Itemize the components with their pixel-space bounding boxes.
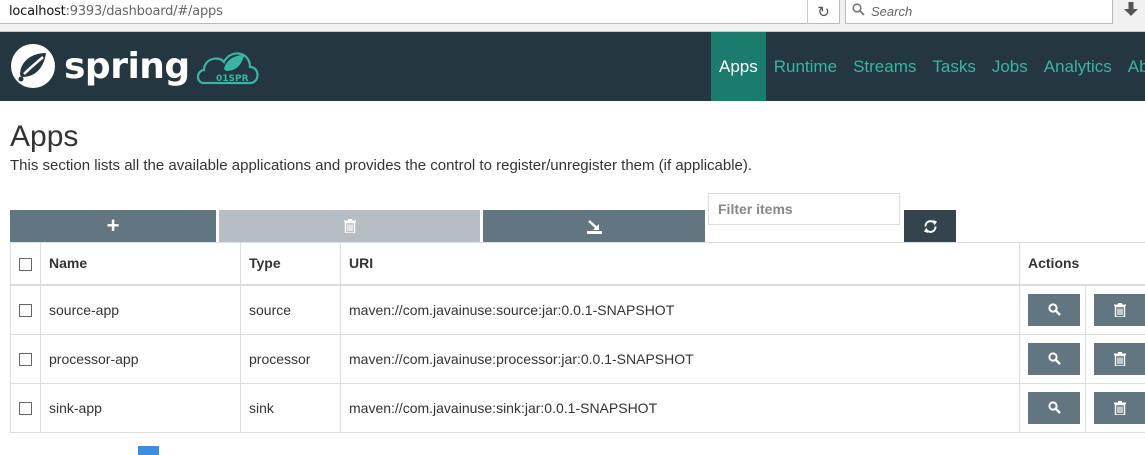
nav-streams[interactable]: Streams [845,32,924,101]
register-app-button[interactable]: + [10,210,216,242]
app-name: source-app [40,284,241,335]
app-uri: maven://com.javainuse:sink:jar:0.0.1-SNA… [340,382,1020,433]
nav-about[interactable]: About [1120,32,1145,101]
select-all-cell [10,242,41,286]
trash-icon [1114,351,1126,366]
app-name: sink-app [40,382,241,433]
trash-icon [1114,400,1126,415]
unregister-button[interactable] [1094,342,1145,375]
magnifier-icon [1047,401,1061,414]
table-row: sink-app sink maven://com.javainuse:sink… [10,382,1145,433]
select-all-checkbox[interactable] [19,258,32,272]
magnifier-icon [1047,303,1061,316]
trash-icon [1114,302,1126,317]
filter-input[interactable] [708,193,900,225]
nav-apps[interactable]: Apps [711,32,766,101]
page-description: This section lists all the available app… [10,157,753,174]
table-row: processor-app processor maven://com.java… [10,333,1145,384]
logo-text: spring [64,45,190,87]
import-icon [586,219,602,234]
browser-search-input[interactable]: Search [845,0,1113,24]
trash-icon [343,219,356,233]
row-select-cell [10,333,41,384]
actions-divider [1085,285,1086,334]
view-details-button[interactable] [1028,293,1080,326]
magnifier-icon [1047,352,1061,365]
cloud-badge-icon: 01SPR [196,52,259,85]
app-name: processor-app [40,333,241,384]
spring-leaf-icon [11,44,55,88]
table-header-row: Name Type URI Actions [10,242,1145,286]
row-checkbox[interactable] [19,304,32,318]
row-checkbox[interactable] [19,402,32,416]
browser-toolbar: localhost:9393/dashboard/#/apps ↻ Search [0,0,1145,32]
nav-tasks[interactable]: Tasks [924,32,983,101]
column-header-type[interactable]: Type [240,242,341,286]
actions-divider [1085,334,1086,383]
nav-runtime[interactable]: Runtime [766,32,845,101]
pagination-active-page[interactable] [138,446,159,455]
row-actions [1019,284,1145,335]
app-type: source [240,284,341,335]
reload-icon: ↻ [817,4,830,21]
unregister-button[interactable] [1094,293,1145,326]
app-type: processor [240,333,341,384]
search-placeholder: Search [871,4,913,19]
address-bar[interactable]: localhost:9393/dashboard/#/apps ↻ [0,0,840,24]
main-nav: Apps Runtime Streams Tasks Jobs Analytic… [711,32,1145,101]
app-uri: maven://com.javainuse:source:jar:0.0.1-S… [340,284,1020,335]
nav-jobs[interactable]: Jobs [984,32,1036,101]
view-details-button[interactable] [1028,342,1080,375]
bulk-import-button[interactable] [483,210,705,242]
address-text: localhost:9393/dashboard/#/apps [9,4,223,19]
actions-divider [1085,383,1086,432]
unregister-selected-button[interactable] [219,210,480,242]
search-icon [852,3,865,16]
row-actions [1019,382,1145,433]
row-checkbox[interactable] [19,353,32,367]
view-details-button[interactable] [1028,391,1080,424]
row-select-cell [10,382,41,433]
app-uri: maven://com.javainuse:processor:jar:0.0.… [340,333,1020,384]
column-header-actions: Actions [1019,242,1145,286]
unregister-button[interactable] [1094,391,1145,424]
apps-table: Name Type URI Actions source-app source … [10,242,1145,433]
refresh-icon [923,219,937,233]
nav-analytics[interactable]: Analytics [1036,32,1120,101]
badge-text: 01SPR [216,74,249,84]
reload-button[interactable]: ↻ [807,0,839,24]
plus-icon: + [106,213,120,238]
column-header-uri[interactable]: URI [340,242,1020,286]
row-select-cell [10,284,41,335]
spring-logo[interactable]: spring 01SPR [10,42,262,90]
column-header-name[interactable]: Name [40,242,241,286]
table-row: source-app source maven://com.javainuse:… [10,284,1145,335]
refresh-button[interactable] [904,210,956,242]
page-title: Apps [10,120,79,153]
download-icon[interactable] [1124,2,1138,18]
app-type: sink [240,382,341,433]
row-actions [1019,333,1145,384]
app-header: spring 01SPR Apps Runtime Streams Tasks … [0,32,1145,101]
